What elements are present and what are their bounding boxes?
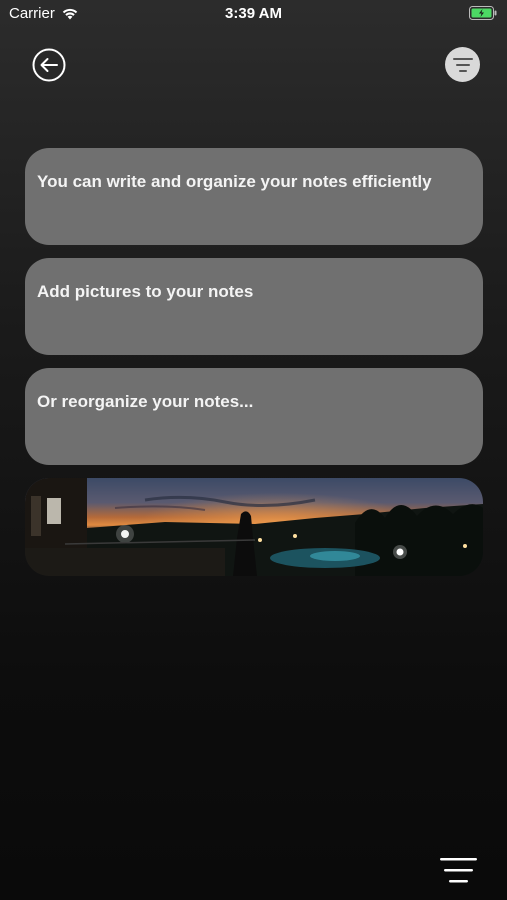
filter-button[interactable] xyxy=(445,47,480,82)
sunset-photo xyxy=(25,478,483,576)
status-time: 3:39 AM xyxy=(225,5,282,22)
note-text: You can write and organize your notes ef… xyxy=(37,172,432,191)
battery-icon xyxy=(469,6,497,24)
back-button[interactable] xyxy=(32,48,66,82)
image-note-card[interactable] xyxy=(25,478,483,576)
hamburger-menu-icon xyxy=(440,858,477,883)
note-card[interactable]: Or reorganize your notes... xyxy=(25,368,483,465)
notes-list: You can write and organize your notes ef… xyxy=(25,148,483,576)
note-card[interactable]: Add pictures to your notes xyxy=(25,258,483,355)
note-text: Or reorganize your notes... xyxy=(37,392,254,411)
filter-lines-icon xyxy=(452,57,473,72)
status-bar: Carrier 3:39 AM xyxy=(0,0,507,28)
note-text: Add pictures to your notes xyxy=(37,282,254,301)
arrow-left-circle-icon xyxy=(32,48,66,82)
note-card[interactable]: You can write and organize your notes ef… xyxy=(25,148,483,245)
menu-button[interactable] xyxy=(440,858,477,883)
